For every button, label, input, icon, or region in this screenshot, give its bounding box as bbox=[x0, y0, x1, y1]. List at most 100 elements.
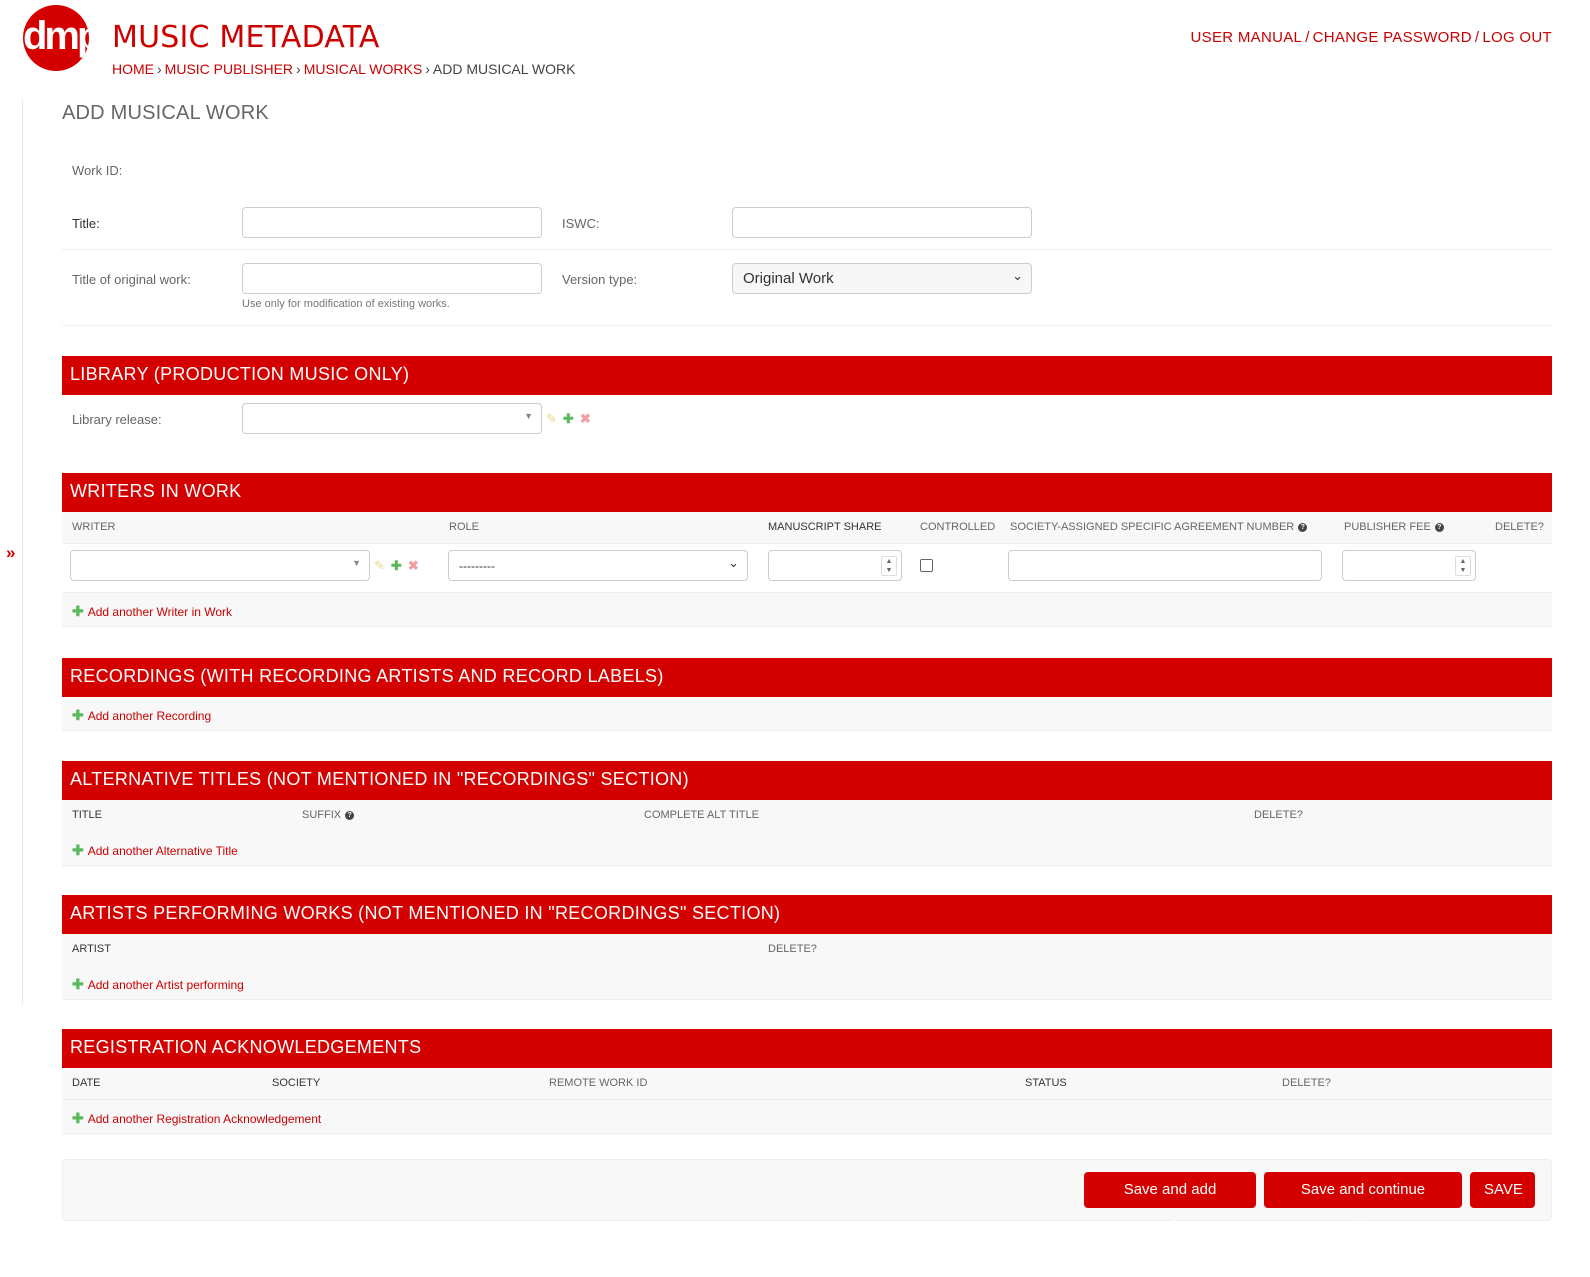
save-button[interactable]: SAVE bbox=[1470, 1172, 1535, 1208]
col-agreement-number-label: SOCIETY-ASSIGNED SPECIFIC AGREEMENT NUMB… bbox=[1010, 521, 1295, 533]
iswc-input[interactable] bbox=[732, 207, 1032, 238]
save-and-add-another-button[interactable]: Save and add another bbox=[1084, 1172, 1256, 1234]
edit-pencil-icon[interactable]: ✎ bbox=[374, 558, 385, 573]
agreement-number-input[interactable] bbox=[1008, 550, 1322, 581]
col-agreement-number: SOCIETY-ASSIGNED SPECIFIC AGREEMENT NUMB… bbox=[1010, 521, 1308, 533]
original-title-label: Title of original work: bbox=[72, 272, 191, 287]
delete-x-icon[interactable]: ✖ bbox=[580, 411, 591, 426]
dmp-logo[interactable]: dmp bbox=[23, 5, 89, 71]
add-recording-link[interactable]: ✚ Add another Recording bbox=[72, 707, 211, 724]
writers-table-header: WRITER ROLE MANUSCRIPT SHARE CONTROLLED … bbox=[62, 512, 1552, 544]
add-ack-row: ✚ Add another Registration Acknowledgemen… bbox=[62, 1100, 1552, 1134]
breadcrumb-separator: › bbox=[157, 61, 162, 77]
artists-section-header: ARTISTS PERFORMING WORKS (NOT MENTIONED … bbox=[62, 895, 1552, 934]
add-plus-icon[interactable]: ✚ bbox=[391, 558, 402, 573]
save-and-continue-button[interactable]: Save and continue editing bbox=[1264, 1172, 1462, 1234]
col-publisher-fee-label: PUBLISHER FEE bbox=[1344, 521, 1431, 533]
library-release-actions: ✎ ✚ ✖ bbox=[546, 411, 591, 427]
add-plus-icon: ✚ bbox=[72, 707, 84, 723]
alt-titles-table-header: TITLE SUFFIX? COMPLETE ALT TITLE DELETE? bbox=[62, 800, 1552, 832]
add-artist-label: Add another Artist performing bbox=[87, 978, 244, 992]
breadcrumb-home[interactable]: HOME bbox=[112, 61, 154, 77]
dropdown-arrow-icon: ▼ bbox=[352, 558, 361, 568]
add-plus-icon: ✚ bbox=[72, 976, 84, 992]
col-society: SOCIETY bbox=[272, 1077, 321, 1089]
col-delete: DELETE? bbox=[1282, 1077, 1331, 1089]
add-alt-title-row: ✚ Add another Alternative Title bbox=[62, 832, 1552, 866]
library-section-header: LIBRARY (PRODUCTION MUSIC ONLY) bbox=[62, 356, 1552, 395]
add-ack-label: Add another Registration Acknowledgement bbox=[87, 1112, 322, 1126]
add-writer-link[interactable]: ✚ Add another Writer in Work bbox=[72, 603, 232, 620]
submit-row: Save and add another Save and continue e… bbox=[62, 1159, 1552, 1234]
role-value: --------- bbox=[459, 559, 495, 573]
sidebar-divider bbox=[22, 100, 23, 1004]
col-delete: DELETE? bbox=[1495, 521, 1544, 533]
edit-pencil-icon[interactable]: ✎ bbox=[546, 411, 557, 426]
change-password-link[interactable]: CHANGE PASSWORD bbox=[1313, 29, 1472, 46]
breadcrumb-current: ADD MUSICAL WORK bbox=[432, 61, 576, 77]
col-publisher-fee: PUBLISHER FEE? bbox=[1344, 521, 1444, 533]
number-stepper-icon[interactable]: ▲ ▼ bbox=[881, 556, 897, 576]
writer-actions: ✎ ✚ ✖ bbox=[374, 558, 419, 574]
col-writer: WRITER bbox=[72, 521, 116, 533]
breadcrumb-musical-works[interactable]: MUSICAL WORKS bbox=[304, 61, 423, 77]
site-header: dmp MUSIC METADATA HOME›MUSIC PUBLISHER›… bbox=[0, 0, 1590, 95]
number-stepper-icon[interactable]: ▲ ▼ bbox=[1455, 556, 1471, 576]
alt-titles-section-header: ALTERNATIVE TITLES (NOT MENTIONED IN "RE… bbox=[62, 761, 1552, 800]
add-writer-row: ✚ Add another Writer in Work bbox=[62, 593, 1552, 627]
add-plus-icon: ✚ bbox=[72, 842, 84, 858]
site-title[interactable]: MUSIC METADATA bbox=[112, 20, 380, 55]
help-icon[interactable]: ? bbox=[345, 811, 355, 820]
help-icon[interactable]: ? bbox=[1298, 523, 1308, 532]
chevron-down-icon: ⌄ bbox=[1012, 268, 1023, 283]
acks-table-header: DATE SOCIETY REMOTE WORK ID STATUS DELET… bbox=[62, 1068, 1552, 1100]
writers-section-header: WRITERS IN WORK bbox=[62, 473, 1552, 512]
sidebar-toggle-button[interactable]: » bbox=[6, 543, 15, 563]
add-alt-title-label: Add another Alternative Title bbox=[87, 844, 238, 858]
breadcrumb-separator: › bbox=[425, 61, 430, 77]
col-date: DATE bbox=[72, 1077, 101, 1089]
col-remote-work-id: REMOTE WORK ID bbox=[549, 1077, 648, 1089]
chevron-down-icon: ⌄ bbox=[728, 555, 739, 570]
version-type-label: Version type: bbox=[562, 272, 638, 287]
iswc-label: ISWC: bbox=[562, 216, 600, 231]
title-input[interactable] bbox=[242, 207, 542, 238]
help-icon[interactable]: ? bbox=[1434, 523, 1444, 532]
work-id-label: Work ID: bbox=[72, 163, 123, 178]
user-tools-separator: / bbox=[1305, 29, 1310, 46]
original-title-help: Use only for modification of existing wo… bbox=[242, 298, 450, 310]
user-tools: USER MANUAL / CHANGE PASSWORD / LOG OUT bbox=[1191, 29, 1552, 46]
col-delete: DELETE? bbox=[1254, 809, 1303, 821]
original-title-input[interactable] bbox=[242, 263, 542, 294]
title-label: Title: bbox=[72, 216, 100, 231]
add-plus-icon: ✚ bbox=[72, 603, 84, 619]
col-role: ROLE bbox=[449, 521, 479, 533]
col-manuscript-share: MANUSCRIPT SHARE bbox=[768, 521, 882, 533]
acks-section-header: REGISTRATION ACKNOWLEDGEMENTS bbox=[62, 1029, 1552, 1068]
user-manual-link[interactable]: USER MANUAL bbox=[1191, 29, 1303, 46]
library-release-select[interactable]: ▼ bbox=[242, 403, 542, 434]
recordings-section-header: RECORDINGS (WITH RECORDING ARTISTS AND R… bbox=[62, 658, 1552, 697]
delete-x-icon[interactable]: ✖ bbox=[408, 558, 419, 573]
writer-select[interactable]: ▼ bbox=[70, 550, 370, 581]
add-ack-link[interactable]: ✚ Add another Registration Acknowledgemen… bbox=[72, 1110, 321, 1127]
user-tools-separator: / bbox=[1474, 29, 1480, 46]
add-recording-row: ✚ Add another Recording bbox=[62, 697, 1552, 731]
breadcrumb: HOME › MUSIC PUBLISHER › MUSICAL WORKS › ADD M… bbox=[112, 61, 575, 77]
version-type-select[interactable]: Original Work ⌄ bbox=[732, 263, 1032, 294]
breadcrumb-music-publisher[interactable]: MUSIC PUBLISHER bbox=[165, 61, 293, 77]
add-artist-link[interactable]: ✚ Add another Artist performing bbox=[72, 976, 244, 993]
add-alt-title-link[interactable]: ✚ Add another Alternative Title bbox=[72, 842, 238, 859]
col-artist: ARTIST bbox=[72, 943, 111, 955]
manuscript-share-input[interactable]: ▲ ▼ bbox=[768, 550, 902, 581]
add-recording-label: Add another Recording bbox=[87, 709, 212, 723]
publisher-fee-input[interactable]: ▲ ▼ bbox=[1342, 550, 1476, 581]
page-title: ADD MUSICAL WORK bbox=[62, 102, 269, 124]
controlled-checkbox[interactable] bbox=[920, 559, 933, 572]
role-select[interactable]: --------- ⌄ bbox=[448, 550, 748, 581]
divider bbox=[62, 249, 1552, 250]
add-plus-icon[interactable]: ✚ bbox=[563, 411, 574, 426]
artists-table-header: ARTIST DELETE? bbox=[62, 934, 1552, 966]
log-out-link[interactable]: LOG OUT bbox=[1482, 29, 1552, 46]
dropdown-arrow-icon: ▼ bbox=[524, 411, 533, 421]
